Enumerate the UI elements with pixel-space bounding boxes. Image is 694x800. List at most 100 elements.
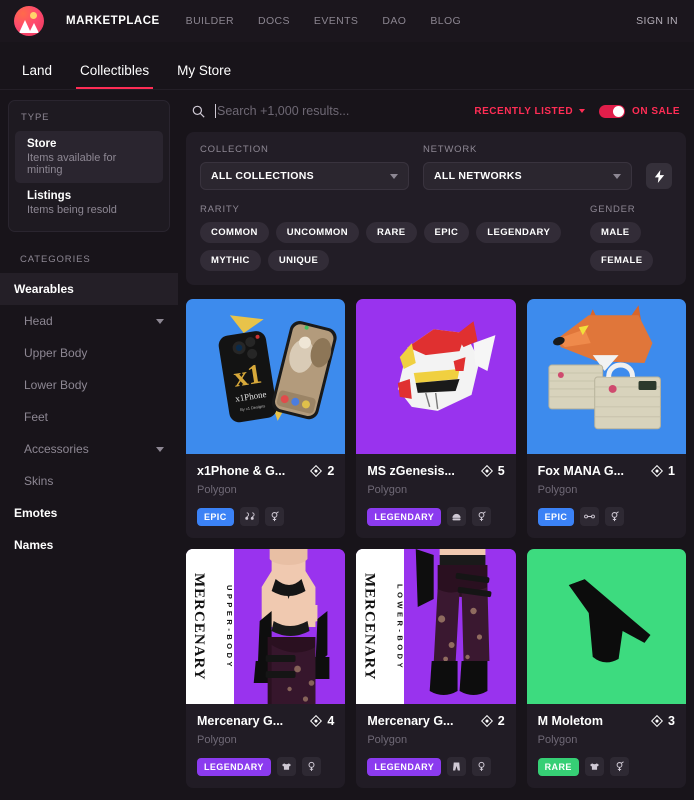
on-sale-toggle[interactable]: [599, 104, 626, 118]
mana-diamond-icon: [310, 465, 323, 477]
card-image[interactable]: [526, 549, 686, 704]
card-price-value: 4: [327, 714, 335, 728]
card-title: M Moletom: [537, 714, 603, 728]
rarity-chip-unique[interactable]: UNIQUE: [267, 250, 330, 271]
strip-word-sub: UPPER-BODY: [225, 585, 234, 671]
sidebar-item-label: Accessories: [24, 442, 89, 456]
rarity-chip-rare[interactable]: RARE: [365, 222, 417, 243]
mercenary-label-strip: MERCENARY UPPER-BODY: [186, 549, 234, 704]
card-network: Polygon: [197, 484, 237, 496]
sidebar-item-head[interactable]: Head: [0, 305, 178, 337]
table-row[interactable]: MERCENARY UPPER-BODY Mercenary G... 4 Po…: [186, 549, 346, 788]
unisex-icon: [605, 507, 625, 526]
nav-link-blog[interactable]: BLOG: [430, 15, 461, 27]
network-label: NETWORK: [423, 144, 478, 155]
sidebar-item-label: Wearables: [14, 282, 74, 296]
decentraland-logo-icon[interactable]: [14, 6, 44, 36]
mana-diamond-icon: [651, 715, 664, 727]
card-image[interactable]: [526, 299, 686, 454]
tab-collectibles[interactable]: Collectibles: [68, 63, 161, 89]
card-badges: LEGENDARY: [367, 757, 504, 776]
table-row[interactable]: M Moletom 3 Polygon RARE: [526, 549, 686, 788]
helmet-artwork: [398, 321, 496, 411]
rarity-chip-mythic[interactable]: MYTHIC: [200, 250, 261, 271]
mana-diamond-icon: [480, 465, 493, 477]
card-body: MS zGenesis... 5 Polygon LEGENDARY: [356, 454, 515, 538]
tab-my-store[interactable]: My Store: [165, 63, 243, 89]
sidebar-item-upper-body[interactable]: Upper Body: [0, 337, 178, 369]
sidebar-item-lower-body[interactable]: Lower Body: [0, 369, 178, 401]
sort-by-dropdown[interactable]: RECENTLY LISTED: [474, 105, 586, 117]
sidebar-item-emotes[interactable]: Emotes: [0, 497, 178, 529]
rarity-chip-uncommon[interactable]: UNCOMMON: [275, 222, 359, 243]
rarity-chip-legendary[interactable]: LEGENDARY: [476, 222, 562, 243]
card-header: MS zGenesis... 5: [367, 464, 504, 478]
brand-title[interactable]: MARKETPLACE: [66, 15, 160, 27]
nav-links: BUILDER DOCS EVENTS DAO BLOG: [186, 15, 461, 27]
sidebar-item-wearables[interactable]: Wearables: [0, 273, 178, 305]
lightning-bolt-icon[interactable]: [646, 163, 672, 189]
sidebar-type-listings[interactable]: Listings Items being resold: [15, 183, 163, 223]
unisex-icon: [472, 507, 492, 526]
text-cursor: [215, 104, 216, 118]
sort-by-label: RECENTLY LISTED: [474, 105, 574, 117]
sidebar-item-skins[interactable]: Skins: [0, 465, 178, 497]
earring-icon: [239, 507, 259, 526]
type-store-title: Store: [27, 138, 57, 150]
sign-in-button[interactable]: SIGN IN: [636, 15, 678, 27]
nav-link-events[interactable]: EVENTS: [314, 15, 358, 27]
gender-filter: GENDER MALE FEMALE: [590, 204, 672, 271]
card-network: Polygon: [537, 484, 578, 496]
toggle-knob: [613, 105, 625, 117]
chips-section: RARITY COMMON UNCOMMON RARE EPIC LEGENDA…: [200, 204, 672, 271]
chevron-down-icon[interactable]: [156, 318, 164, 324]
collection-select[interactable]: ALL COLLECTIONS: [200, 162, 409, 190]
type-listings-subtitle: Items being resold: [27, 204, 117, 216]
status-badge: EPIC: [537, 507, 575, 526]
status-badge: LEGENDARY: [197, 757, 271, 776]
table-row[interactable]: MERCENARY LOWER-BODY Mercenary G... 2 Po…: [356, 549, 516, 788]
sidebar-item-label: Head: [24, 314, 53, 328]
tab-land[interactable]: Land: [10, 63, 64, 89]
type-section-label: TYPE: [21, 112, 50, 123]
mana-diamond-icon: [480, 715, 493, 727]
gender-label: GENDER: [590, 204, 636, 215]
gender-chip-female[interactable]: FEMALE: [590, 250, 654, 271]
nav-link-docs[interactable]: DOCS: [258, 15, 290, 27]
rarity-chip-epic[interactable]: EPIC: [423, 222, 470, 243]
pants-icon: [447, 757, 467, 776]
chevron-down-icon[interactable]: [156, 446, 164, 452]
mask-icon: [580, 507, 600, 526]
network-select[interactable]: ALL NETWORKS: [423, 162, 632, 190]
card-header: Mercenary G... 2: [367, 714, 504, 728]
search-icon[interactable]: [192, 105, 205, 118]
card-price: 2: [480, 714, 505, 728]
card-badges: EPIC: [197, 507, 334, 526]
rarity-chip-common[interactable]: COMMON: [200, 222, 269, 243]
card-image[interactable]: MERCENARY UPPER-BODY: [186, 549, 346, 704]
status-badge: EPIC: [197, 507, 234, 526]
card-image[interactable]: [356, 299, 516, 454]
page-body: TYPE Store Items available for minting L…: [0, 90, 694, 800]
on-sale-toggle-group[interactable]: ON SALE: [599, 104, 680, 118]
card-price-value: 3: [668, 714, 675, 728]
shirt-icon: [276, 757, 296, 776]
table-row[interactable]: x1 x1Phone By x1 Designs x1Phone & G... …: [186, 299, 346, 538]
card-image[interactable]: MERCENARY LOWER-BODY: [356, 549, 516, 704]
sidebar-item-names[interactable]: Names: [0, 529, 178, 561]
search-placeholder: Search +1,000 results...: [217, 104, 350, 118]
card-image[interactable]: x1 x1Phone By x1 Designs: [186, 299, 346, 454]
card-price: 5: [480, 464, 505, 478]
card-network: Polygon: [197, 734, 237, 746]
nav-link-dao[interactable]: DAO: [382, 15, 406, 27]
sidebar-item-label: Feet: [24, 410, 49, 424]
nav-link-builder[interactable]: BUILDER: [186, 15, 234, 27]
sidebar-type-store[interactable]: Store Items available for minting: [15, 131, 163, 183]
table-row[interactable]: Fox MANA G... 1 Polygon EPIC: [526, 299, 686, 538]
search-input[interactable]: Search +1,000 results...: [215, 104, 474, 118]
sidebar-item-feet[interactable]: Feet: [0, 401, 178, 433]
sidebar-item-accessories[interactable]: Accessories: [0, 433, 178, 465]
gender-chip-male[interactable]: MALE: [590, 222, 641, 243]
sidebar-item-label: Names: [14, 538, 54, 552]
table-row[interactable]: MS zGenesis... 5 Polygon LEGENDARY: [356, 299, 516, 538]
